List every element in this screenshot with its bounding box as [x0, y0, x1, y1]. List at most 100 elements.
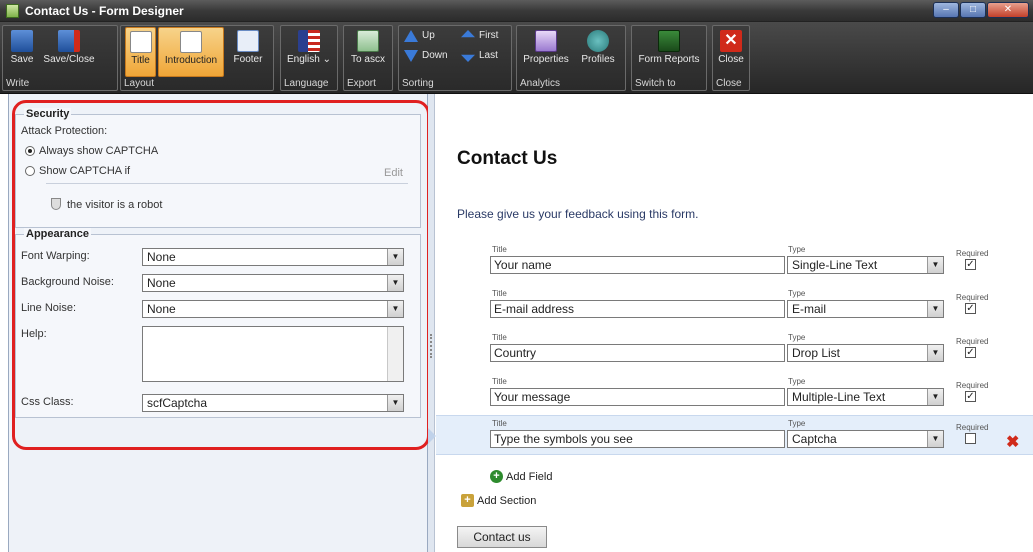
introduction-button[interactable]: Introduction [158, 27, 224, 77]
contact-us-submit-button[interactable]: Contact us [457, 526, 547, 548]
group-layout: Title Introduction Footer Layout [120, 25, 274, 91]
double-up-arrow-icon [461, 30, 475, 38]
maximize-button[interactable]: □ [960, 2, 986, 18]
field-title-input[interactable]: Your message [490, 388, 785, 406]
security-legend: Security [24, 108, 72, 120]
field-type-select[interactable]: E-mail ▼ [787, 300, 944, 318]
type-caption: Type [788, 333, 806, 342]
background-noise-label: Background Noise: [21, 276, 114, 288]
add-field-link[interactable]: + Add Field [490, 470, 552, 483]
field-type-select[interactable]: Single-Line Text ▼ [787, 256, 944, 274]
required-checkbox[interactable]: ✓ [965, 347, 976, 358]
delete-field-icon[interactable]: ✖ [1006, 432, 1019, 452]
up-button[interactable]: Up [402, 28, 435, 44]
pane-splitter[interactable] [428, 94, 435, 552]
field-title-input[interactable]: Country [490, 344, 785, 362]
group-language: English ⌄ Language [280, 25, 338, 91]
form-designer-icon [6, 4, 19, 18]
field-type-select[interactable]: Drop List ▼ [787, 344, 944, 362]
required-caption: Required [956, 249, 989, 258]
security-divider [46, 183, 408, 184]
required-checkbox[interactable]: ✓ [965, 259, 976, 270]
type-caption: Type [788, 377, 806, 386]
field-row[interactable]: Title Type Required Country Drop List ▼ ✓ [436, 330, 1033, 370]
field-row[interactable]: Title Type Required E-mail address E-mai… [436, 286, 1033, 326]
to-ascx-button[interactable]: To ascx [347, 27, 389, 77]
help-textarea[interactable] [142, 326, 404, 382]
required-checkbox[interactable]: ✓ [965, 391, 976, 402]
field-row-selected[interactable]: Title Type Required Type the symbols you… [428, 415, 1033, 455]
css-class-select[interactable]: scfCaptcha ▼ [142, 394, 404, 412]
type-caption: Type [788, 419, 806, 428]
form-reports-button[interactable]: Form Reports [635, 27, 703, 77]
minimize-button[interactable]: – [933, 2, 959, 18]
title-button[interactable]: Title [125, 27, 156, 77]
required-checkbox[interactable] [965, 433, 976, 444]
font-warping-label: Font Warping: [21, 250, 90, 262]
selection-pointer-icon [428, 428, 436, 444]
field-row[interactable]: Title Type Required Your message Multipl… [436, 374, 1033, 414]
last-button[interactable]: Last [459, 48, 498, 64]
form-introduction[interactable]: Please give us your feedback using this … [457, 207, 698, 221]
field-type-select[interactable]: Captcha ▼ [787, 430, 944, 448]
close-window-button[interactable]: ✕ [987, 2, 1029, 18]
required-caption: Required [956, 423, 989, 432]
chevron-down-icon: ▼ [927, 345, 943, 361]
group-switch-to: Form Reports Switch to [631, 25, 707, 91]
group-label-write: Write [6, 78, 30, 89]
save-close-button[interactable]: Save/Close [39, 27, 99, 77]
line-noise-select[interactable]: None ▼ [142, 300, 404, 318]
group-label-export: Export [347, 78, 376, 89]
css-class-label: Css Class: [21, 396, 74, 408]
required-caption: Required [956, 337, 989, 346]
add-section-link[interactable]: + Add Section [461, 494, 536, 507]
always-show-captcha-label: Always show CAPTCHA [39, 145, 159, 157]
field-title-input[interactable]: Your name [490, 256, 785, 274]
shield-icon [51, 198, 61, 210]
show-captcha-if-radio[interactable] [25, 166, 35, 176]
group-label-layout: Layout [124, 78, 155, 89]
footer-button[interactable]: Footer [227, 27, 269, 77]
window-title: Contact Us - Form Designer [25, 4, 184, 18]
down-button[interactable]: Down [402, 48, 448, 64]
close-button[interactable]: ✕ Close [716, 27, 746, 77]
always-show-captcha-radio[interactable] [25, 146, 35, 156]
group-label-language: Language [284, 78, 329, 89]
first-button[interactable]: First [459, 28, 498, 44]
group-label-sorting: Sorting [402, 78, 434, 89]
field-type-select[interactable]: Multiple-Line Text ▼ [787, 388, 944, 406]
splitter-grip-icon [430, 334, 432, 358]
add-section-icon: + [461, 494, 474, 507]
chevron-down-icon: ▼ [387, 301, 403, 317]
form-title[interactable]: Contact Us [457, 148, 557, 170]
save-button[interactable]: Save [6, 27, 38, 77]
attack-protection-label: Attack Protection: [21, 125, 108, 137]
properties-button[interactable]: Properties [520, 27, 572, 77]
properties-icon [535, 30, 557, 52]
group-write: Save Save/Close Write [2, 25, 118, 91]
title-caption: Title [492, 419, 507, 428]
language-dropdown[interactable]: English ⌄ [284, 27, 334, 77]
profiles-button[interactable]: Profiles [575, 27, 621, 77]
background-noise-select[interactable]: None ▼ [142, 274, 404, 292]
close-x-icon: ✕ [720, 30, 742, 52]
title-caption: Title [492, 333, 507, 342]
footer-layout-icon [237, 30, 259, 52]
font-warping-select[interactable]: None ▼ [142, 248, 404, 266]
double-down-arrow-icon [461, 54, 475, 62]
group-sorting: Up Down First Last Sorting [398, 25, 512, 91]
introduction-layout-icon [180, 31, 202, 53]
field-title-input[interactable]: E-mail address [490, 300, 785, 318]
chevron-down-icon: ▼ [387, 249, 403, 265]
group-export: To ascx Export [343, 25, 393, 91]
edit-link[interactable]: Edit [384, 167, 403, 179]
chevron-down-icon: ▼ [927, 431, 943, 447]
required-checkbox[interactable]: ✓ [965, 303, 976, 314]
required-caption: Required [956, 293, 989, 302]
show-captcha-if-label: Show CAPTCHA if [39, 165, 131, 177]
profiles-gear-icon [587, 30, 609, 52]
field-row[interactable]: Title Type Required Your name Single-Lin… [436, 242, 1033, 282]
field-title-input[interactable]: Type the symbols you see [490, 430, 785, 448]
help-scrollbar[interactable] [387, 327, 403, 381]
group-close: ✕ Close Close [712, 25, 750, 91]
